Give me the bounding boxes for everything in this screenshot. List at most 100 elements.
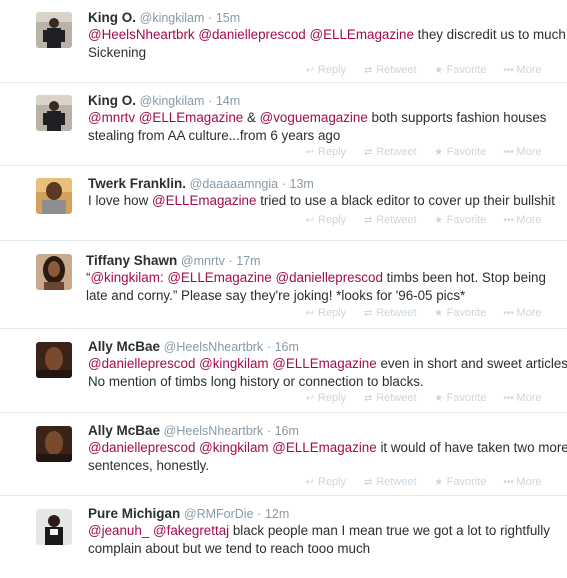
tweet-text-segment: timbs been hot. Stop being	[386, 270, 546, 285]
retweet-button[interactable]: ⇄ Retweet	[363, 146, 417, 158]
username[interactable]: @kingkilam	[140, 94, 205, 108]
mention-link[interactable]: @kingkilam	[199, 440, 268, 455]
username[interactable]: @HeelsNheartbrk	[164, 340, 264, 354]
username[interactable]: @HeelsNheartbrk	[164, 424, 264, 438]
reply-icon: ↩	[305, 308, 315, 319]
avatar[interactable]	[36, 12, 72, 48]
separator: ·	[281, 177, 286, 191]
mention-link[interactable]: @danielleprescod	[276, 270, 383, 285]
tweet[interactable]: Ally McBae @HeelsNheartbrk · 16m @daniel…	[0, 329, 567, 413]
display-name[interactable]: Ally McBae	[88, 423, 160, 438]
favorite-button[interactable]: ★ Favorite	[434, 146, 486, 158]
reply-button[interactable]: ↩ Reply	[305, 476, 346, 488]
tweet-actions: ↩ Reply ⇄ Retweet ★ Favorite ••• More	[305, 214, 555, 226]
tweet-text: @danielleprescod @kingkilam @ELLEmagazin…	[88, 439, 567, 475]
separator: ·	[266, 424, 271, 438]
display-name[interactable]: King O.	[88, 93, 136, 108]
reply-button[interactable]: ↩ Reply	[305, 392, 346, 404]
mention-link[interactable]: @ELLEmagazine	[167, 270, 271, 285]
mention-link[interactable]: @jeanuh_	[88, 523, 149, 538]
timestamp[interactable]: 13m	[290, 177, 314, 191]
avatar[interactable]	[36, 509, 72, 545]
reply-icon: ↩	[305, 477, 315, 488]
retweet-icon: ⇄	[363, 215, 373, 226]
retweet-button[interactable]: ⇄ Retweet	[363, 307, 417, 319]
mention-link[interactable]: @danielleprescod	[88, 356, 195, 371]
tweet[interactable]: King O. @kingkilam · 15m @HeelsNheartbrk…	[0, 0, 567, 83]
avatar[interactable]	[36, 426, 72, 462]
more-button[interactable]: ••• More	[503, 64, 541, 76]
retweet-button[interactable]: ⇄ Retweet	[363, 392, 417, 404]
retweet-button[interactable]: ⇄ Retweet	[363, 476, 417, 488]
favorite-button[interactable]: ★ Favorite	[434, 392, 486, 404]
tweet-actions: ↩ Reply ⇄ Retweet ★ Favorite ••• More	[305, 64, 555, 76]
avatar[interactable]	[36, 95, 72, 131]
dots-icon: •••	[503, 147, 514, 158]
timestamp[interactable]: 12m	[265, 507, 289, 521]
tweet[interactable]: Twerk Franklin. @daaaaamngia · 13m I lov…	[0, 166, 567, 241]
tweet-actions: ↩ Reply ⇄ Retweet ★ Favorite ••• More	[305, 476, 555, 488]
username[interactable]: @daaaaamngia	[190, 177, 278, 191]
username[interactable]: @kingkilam	[140, 11, 205, 25]
mention-link[interactable]: @kingkilam:	[90, 270, 163, 285]
tweet[interactable]: Ally McBae @HeelsNheartbrk · 16m @daniel…	[0, 413, 567, 496]
tweet[interactable]: Tiffany Shawn @mnrtv · 17m “@kingkilam: …	[0, 241, 567, 329]
mention-link[interactable]: @danielleprescod	[198, 27, 305, 42]
reply-button[interactable]: ↩ Reply	[305, 146, 346, 158]
favorite-button[interactable]: ★ Favorite	[434, 64, 486, 76]
reply-button[interactable]: ↩ Reply	[305, 307, 346, 319]
avatar[interactable]	[36, 178, 72, 214]
timestamp[interactable]: 14m	[216, 94, 240, 108]
favorite-button[interactable]: ★ Favorite	[434, 214, 486, 226]
star-icon: ★	[434, 393, 444, 404]
reply-button[interactable]: ↩ Reply	[305, 64, 346, 76]
mention-link[interactable]: @voguemagazine	[260, 110, 368, 125]
favorite-button[interactable]: ★ Favorite	[434, 476, 486, 488]
mention-link[interactable]: @ELLEmagazine	[272, 440, 376, 455]
avatar[interactable]	[36, 342, 72, 378]
display-name[interactable]: Ally McBae	[88, 339, 160, 354]
mention-link[interactable]: @ELLEmagazine	[152, 193, 256, 208]
tweet-actions: ↩ Reply ⇄ Retweet ★ Favorite ••• More	[305, 392, 555, 404]
mention-link[interactable]: @ELLEmagazine	[310, 27, 414, 42]
timestamp[interactable]: 15m	[216, 11, 240, 25]
tweet-text-segment: even in short and sweet articles.	[380, 356, 567, 371]
mention-link[interactable]: @danielleprescod	[88, 440, 195, 455]
display-name[interactable]: Twerk Franklin.	[88, 176, 186, 191]
retweet-button[interactable]: ⇄ Retweet	[363, 214, 417, 226]
more-button[interactable]: ••• More	[503, 214, 541, 226]
more-button[interactable]: ••• More	[503, 476, 541, 488]
tweet[interactable]: Pure Michigan @RMForDie · 12m @jeanuh_ @…	[0, 496, 567, 578]
username[interactable]: @mnrtv	[181, 254, 225, 268]
tweet-text: I love how @ELLEmagazine tried to use a …	[88, 192, 555, 210]
mention-link[interactable]: @mnrtv	[88, 110, 135, 125]
tweet[interactable]: King O. @kingkilam · 14m @mnrtv @ELLEmag…	[0, 83, 567, 166]
display-name[interactable]: Tiffany Shawn	[86, 253, 177, 268]
username[interactable]: @RMForDie	[184, 507, 254, 521]
mention-link[interactable]: @ELLEmagazine	[139, 110, 243, 125]
favorite-button[interactable]: ★ Favorite	[434, 307, 486, 319]
tweet-header: Ally McBae @HeelsNheartbrk · 16m	[88, 423, 299, 439]
more-button[interactable]: ••• More	[503, 146, 541, 158]
tweet-text-line: late and corny.” Please say they're joki…	[86, 288, 466, 303]
star-icon: ★	[434, 147, 444, 158]
separator: ·	[208, 11, 213, 25]
timestamp[interactable]: 16m	[275, 424, 299, 438]
retweet-button[interactable]: ⇄ Retweet	[363, 64, 417, 76]
mention-link[interactable]: @kingkilam	[199, 356, 268, 371]
reply-button[interactable]: ↩ Reply	[305, 214, 346, 226]
mention-link[interactable]: @HeelsNheartbrk	[88, 27, 195, 42]
mention-link[interactable]: @fakegrettaj	[153, 523, 229, 538]
tweet-text: @danielleprescod @kingkilam @ELLEmagazin…	[88, 355, 567, 391]
display-name[interactable]: King O.	[88, 10, 136, 25]
tweet-header: Tiffany Shawn @mnrtv · 17m	[86, 253, 261, 269]
avatar[interactable]	[36, 254, 72, 290]
mention-link[interactable]: @ELLEmagazine	[272, 356, 376, 371]
more-button[interactable]: ••• More	[503, 392, 541, 404]
display-name[interactable]: Pure Michigan	[88, 506, 180, 521]
more-button[interactable]: ••• More	[503, 307, 541, 319]
timestamp[interactable]: 16m	[275, 340, 299, 354]
tweet-timeline: King O. @kingkilam · 15m @HeelsNheartbrk…	[0, 0, 567, 578]
timestamp[interactable]: 17m	[236, 254, 260, 268]
retweet-icon: ⇄	[363, 308, 373, 319]
